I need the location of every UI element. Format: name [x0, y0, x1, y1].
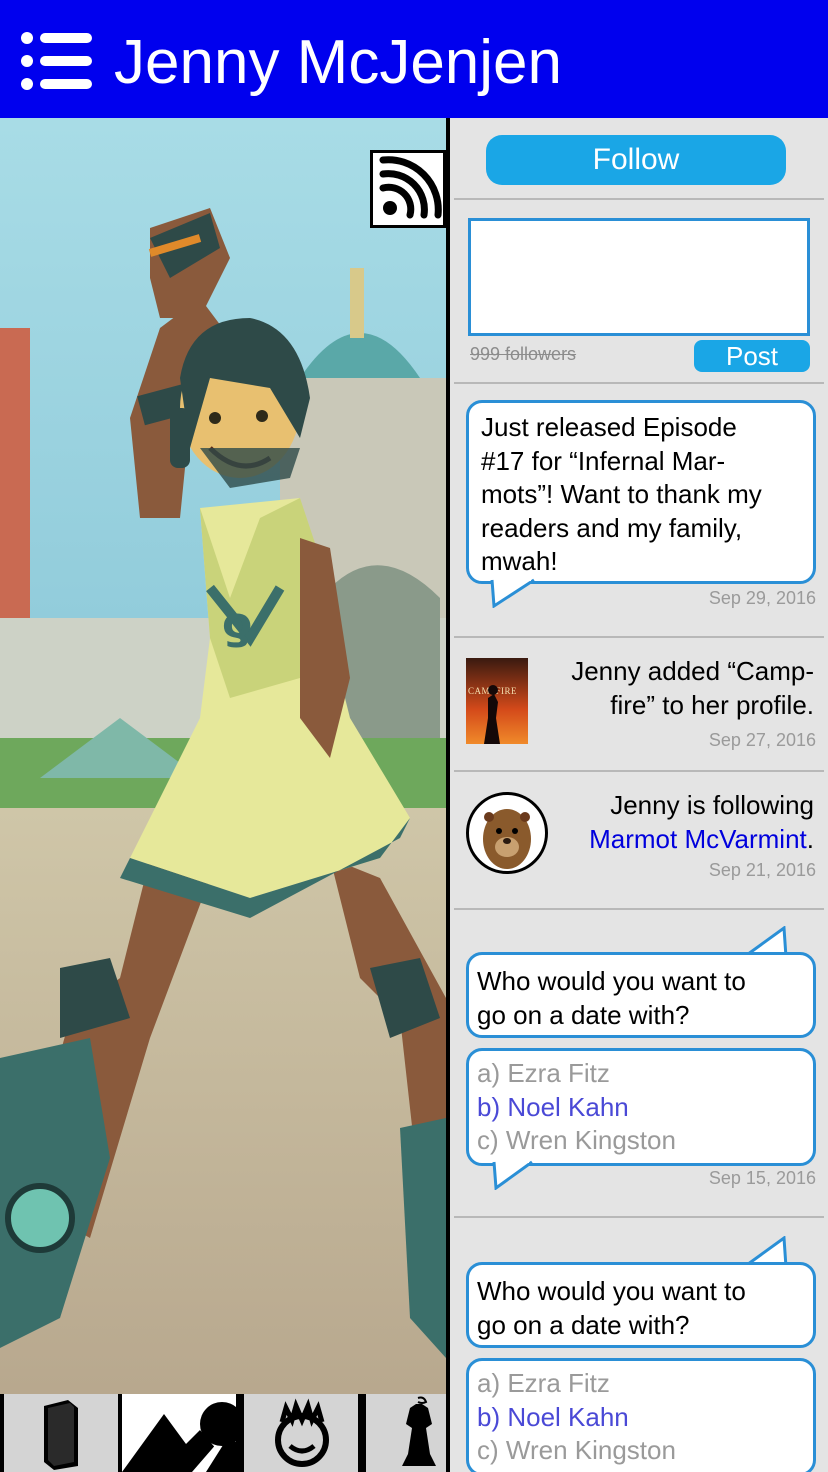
page-title: Jenny McJenjen: [114, 28, 563, 97]
book-thumbnail[interactable]: CAMPFIRE: [466, 658, 528, 744]
link-suffix: .: [806, 824, 814, 854]
status-line: readers and my family,: [481, 512, 743, 543]
poll-question: Who would you want to go on a date with?: [466, 952, 816, 1038]
poll-option[interactable]: a) Ezra Fitz: [477, 1367, 805, 1401]
mountain-icon: [122, 1402, 244, 1472]
post-date: Sep 21, 2016: [708, 860, 816, 880]
post-input[interactable]: [468, 218, 810, 336]
status-line: mots”! Want to thank my: [481, 479, 762, 510]
poll-question: Who would you want to go on a date with?: [466, 1262, 816, 1348]
face-icon: [275, 1398, 329, 1467]
app-header: Jenny McJenjen: [0, 0, 828, 118]
tab-face[interactable]: [244, 1394, 362, 1472]
poll-option[interactable]: c) Wren Kingston: [477, 1434, 805, 1468]
activity-feed: Follow 999 followers Post Just released …: [450, 118, 828, 1472]
poll-option-selected[interactable]: b) Noel Kahn: [477, 1401, 805, 1435]
poll-question-line: go on a date with?: [477, 1309, 690, 1340]
tab-book[interactable]: [4, 1394, 122, 1472]
bottom-tab-bar: [0, 1394, 446, 1472]
post-button[interactable]: Post: [694, 340, 810, 372]
profile-link-marmot[interactable]: Marmot McVarmint: [589, 824, 807, 854]
status-post: Just released Episode #17 for “Infernal …: [466, 400, 816, 584]
post-date: Sep 15, 2016: [708, 1168, 816, 1188]
separator: [454, 382, 824, 384]
separator: [454, 636, 824, 638]
activity-line: fire” to her profile.: [610, 690, 814, 720]
silhouette-icon: [484, 685, 500, 744]
svg-text:ƍ: ƍ: [222, 598, 252, 649]
character-art: ƍ: [0, 118, 446, 1394]
bubble-tail: [492, 1160, 533, 1190]
status-line: #17 for “Infernal Mar-: [481, 445, 726, 476]
poll-option[interactable]: c) Wren Kingston: [477, 1124, 805, 1158]
follower-count: 999 followers: [470, 344, 577, 364]
tab-scene[interactable]: [122, 1394, 244, 1472]
separator: [454, 198, 824, 200]
activity-text: Jenny added “Camp- fire” to her profile.: [524, 654, 814, 722]
bubble-tail: [490, 578, 535, 608]
poll-question-line: Who would you want to: [477, 966, 746, 996]
character-illustration: ƍ: [0, 118, 446, 1394]
book-icon: [44, 1400, 78, 1470]
menu-icon[interactable]: [20, 30, 94, 92]
rss-button[interactable]: [370, 150, 446, 228]
activity-line: Jenny added “Camp-: [571, 656, 814, 686]
separator: [454, 908, 824, 910]
post-date: Sep 29, 2016: [708, 588, 816, 608]
activity-line: Jenny is following: [610, 790, 814, 820]
poll-question-line: Who would you want to: [477, 1276, 746, 1306]
activity-text: Jenny is following Marmot McVarmint.: [524, 788, 814, 856]
status-line: mwah!: [481, 546, 558, 577]
tab-outfit[interactable]: [366, 1394, 446, 1472]
follow-button[interactable]: Follow: [486, 135, 786, 185]
poll-options: a) Ezra Fitz b) Noel Kahn c) Wren Kingst…: [466, 1358, 816, 1472]
poll-option-selected[interactable]: b) Noel Kahn: [477, 1091, 805, 1125]
separator: [454, 770, 824, 772]
rss-icon: [379, 156, 442, 219]
poll-option[interactable]: a) Ezra Fitz: [477, 1057, 805, 1091]
dress-icon: [402, 1396, 436, 1466]
status-line: Just released Episode: [481, 412, 737, 442]
separator: [454, 1216, 824, 1218]
poll-options: a) Ezra Fitz b) Noel Kahn c) Wren Kingst…: [466, 1048, 816, 1166]
post-date: Sep 27, 2016: [708, 730, 816, 750]
poll-question-line: go on a date with?: [477, 999, 690, 1030]
